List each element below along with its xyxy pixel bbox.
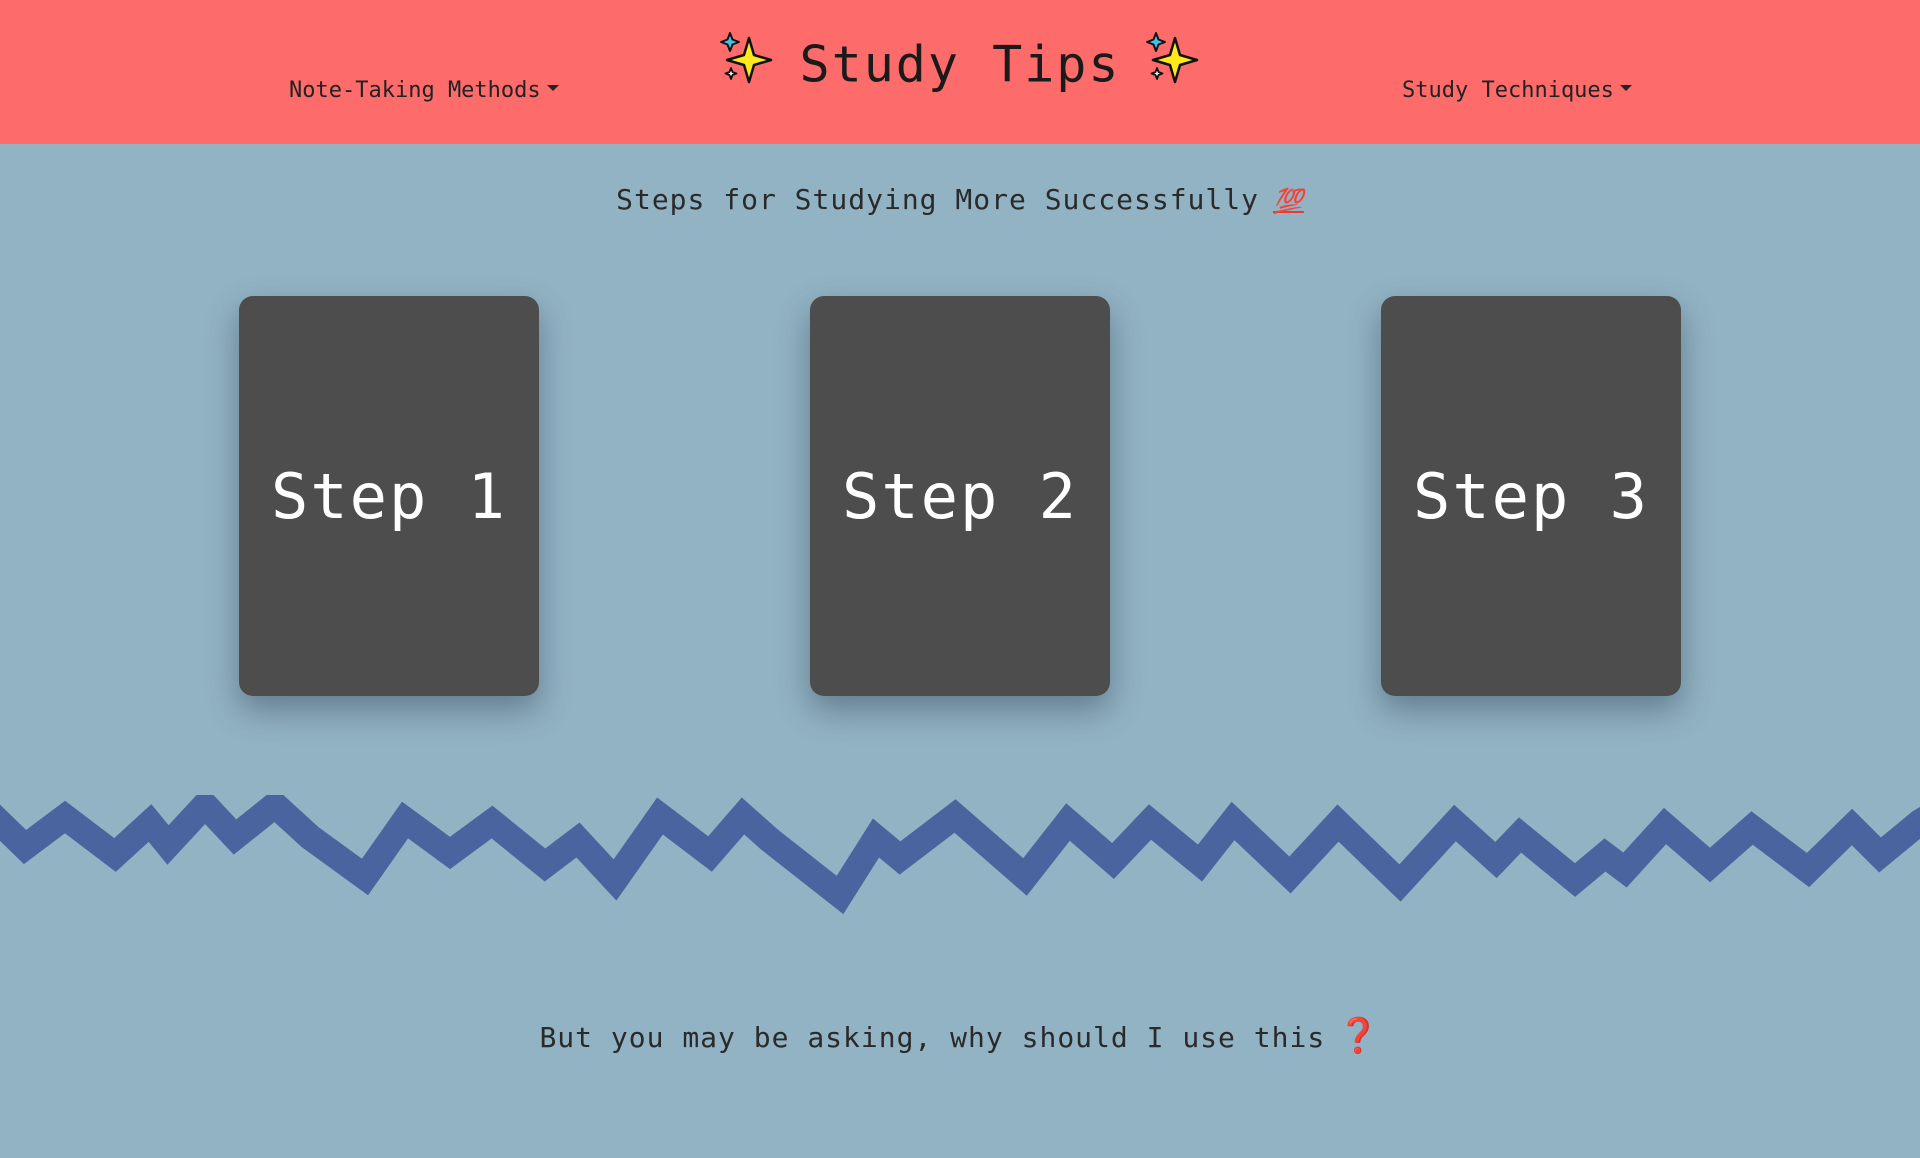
study-techniques-label: Study Techniques (1402, 78, 1614, 103)
sparkles-icon (717, 28, 777, 100)
step-card-3[interactable]: Step 3 (1381, 296, 1681, 696)
question-text: But you may be asking, why should I use … (0, 1016, 1920, 1056)
site-header: Note-Taking Methods Study Tips Study Tec… (0, 0, 1920, 144)
study-techniques-dropdown[interactable]: Study Techniques (1402, 78, 1632, 103)
sparkles-icon (1143, 28, 1203, 100)
question-text-label: But you may be asking, why should I use … (539, 1021, 1326, 1054)
step-card-label: Step 1 (271, 459, 507, 533)
step-card-label: Step 3 (1413, 459, 1649, 533)
steps-heading: Steps for Studying More Successfully 💯 (0, 183, 1920, 216)
caret-down-icon (1619, 85, 1632, 91)
step-card-1[interactable]: Step 1 (239, 296, 539, 696)
step-card-label: Step 2 (842, 459, 1078, 533)
step-card-2[interactable]: Step 2 (810, 296, 1110, 696)
question-mark-icon: ❓ (1337, 1016, 1381, 1056)
zigzag-divider (0, 795, 1920, 915)
steps-heading-text: Steps for Studying More Successfully (616, 183, 1259, 216)
site-title-text: Study Tips (799, 35, 1121, 94)
hundred-points-icon: 💯 (1272, 187, 1304, 215)
page-title: Study Tips (0, 32, 1920, 104)
